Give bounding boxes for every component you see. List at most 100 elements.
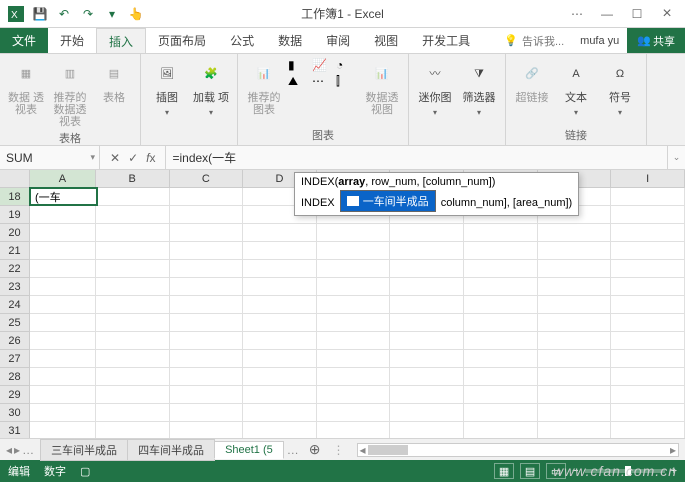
cell[interactable]	[611, 386, 685, 403]
more-sheets-icon[interactable]: …	[283, 443, 303, 457]
cell[interactable]	[611, 260, 685, 277]
macro-record-icon[interactable]: ▢	[80, 465, 90, 478]
cell[interactable]	[170, 404, 244, 421]
cell[interactable]	[96, 404, 170, 421]
cell[interactable]	[464, 386, 538, 403]
page-layout-view-icon[interactable]: ▤	[520, 463, 540, 479]
cell[interactable]	[243, 350, 317, 367]
cell[interactable]	[464, 242, 538, 259]
scatter-chart-icon[interactable]: ⋯	[312, 74, 334, 89]
tell-me-box[interactable]: 💡告诉我...	[496, 28, 572, 53]
row-header[interactable]: 23	[0, 278, 29, 296]
cell[interactable]	[464, 332, 538, 349]
cell[interactable]	[390, 278, 464, 295]
cell[interactable]	[317, 260, 391, 277]
sheet-tab-1[interactable]: 三车间半成品	[40, 439, 128, 461]
cell[interactable]	[390, 368, 464, 385]
scroll-thumb[interactable]	[368, 445, 408, 455]
cell[interactable]	[96, 278, 170, 295]
tab-file[interactable]: 文件	[0, 28, 48, 53]
row-header[interactable]: 29	[0, 386, 29, 404]
cell[interactable]	[243, 332, 317, 349]
cell[interactable]	[96, 242, 170, 259]
tab-layout[interactable]: 页面布局	[146, 28, 218, 53]
redo-icon[interactable]: ↷	[80, 6, 96, 22]
tab-dev[interactable]: 开发工具	[410, 28, 482, 53]
cell[interactable]	[30, 386, 96, 403]
picture-button[interactable]: 🖼插图	[147, 58, 187, 118]
row-header[interactable]: 21	[0, 242, 29, 260]
horizontal-scrollbar[interactable]: ◂ ▸	[357, 443, 680, 457]
cell[interactable]	[96, 296, 170, 313]
maximize-button[interactable]: ☐	[623, 4, 651, 24]
sparkline-button[interactable]: 〰迷你图	[415, 58, 455, 118]
cell[interactable]	[464, 314, 538, 331]
cancel-icon[interactable]: ✕	[110, 151, 120, 165]
pivot-table-button[interactable]: ▦数据 透视表	[6, 58, 46, 116]
zoom-in-icon[interactable]: +	[671, 465, 677, 477]
cell[interactable]	[30, 278, 96, 295]
cell[interactable]	[390, 296, 464, 313]
qat-customize-icon[interactable]: ▾	[104, 6, 120, 22]
cell[interactable]	[538, 332, 612, 349]
cell[interactable]	[390, 260, 464, 277]
addins-button[interactable]: 🧩加载 项	[191, 58, 231, 118]
table-button[interactable]: ▤表格	[94, 58, 134, 104]
cell[interactable]	[96, 422, 170, 438]
cell[interactable]	[30, 404, 96, 421]
undo-icon[interactable]: ↶	[56, 6, 72, 22]
cell[interactable]	[464, 224, 538, 241]
cell[interactable]	[243, 296, 317, 313]
cell[interactable]	[611, 368, 685, 385]
cell[interactable]	[96, 386, 170, 403]
cell[interactable]	[96, 188, 170, 205]
cells-area[interactable]	[30, 188, 685, 438]
cell[interactable]	[317, 332, 391, 349]
cell[interactable]	[243, 422, 317, 438]
cell[interactable]	[243, 260, 317, 277]
cell[interactable]	[611, 242, 685, 259]
cell[interactable]	[243, 386, 317, 403]
cell[interactable]	[30, 206, 96, 223]
cell[interactable]	[390, 224, 464, 241]
symbol-button[interactable]: Ω符号	[600, 58, 640, 118]
cell[interactable]	[170, 188, 244, 205]
cell[interactable]	[317, 350, 391, 367]
minimize-button[interactable]: —	[593, 4, 621, 24]
cell[interactable]	[243, 368, 317, 385]
cell[interactable]	[170, 386, 244, 403]
tab-review[interactable]: 审阅	[314, 28, 362, 53]
cell[interactable]	[464, 368, 538, 385]
autocomplete-item[interactable]: 一车间半成品	[341, 191, 435, 211]
cell[interactable]	[30, 350, 96, 367]
zoom-thumb[interactable]	[625, 466, 631, 476]
cell[interactable]	[317, 386, 391, 403]
cell[interactable]	[390, 332, 464, 349]
row-header[interactable]: 18	[0, 188, 29, 206]
row-header[interactable]: 24	[0, 296, 29, 314]
cell[interactable]	[464, 278, 538, 295]
share-button[interactable]: 👥共享	[627, 28, 685, 53]
cell[interactable]	[611, 422, 685, 438]
expand-formula-icon[interactable]: ⌄	[667, 146, 685, 169]
cell[interactable]	[464, 260, 538, 277]
cell[interactable]	[538, 296, 612, 313]
row-header[interactable]: 31	[0, 422, 29, 438]
cell[interactable]	[390, 422, 464, 438]
cell[interactable]	[390, 314, 464, 331]
cell[interactable]	[611, 188, 685, 205]
hyperlink-button[interactable]: 🔗超链接	[512, 58, 552, 104]
cell[interactable]	[243, 242, 317, 259]
cell[interactable]	[170, 242, 244, 259]
cell[interactable]	[317, 314, 391, 331]
row-header[interactable]: 26	[0, 332, 29, 350]
cell[interactable]	[30, 224, 96, 241]
cell[interactable]	[611, 350, 685, 367]
cell[interactable]	[464, 350, 538, 367]
row-header[interactable]: 28	[0, 368, 29, 386]
cell[interactable]	[30, 242, 96, 259]
scroll-left-icon[interactable]: ◂	[360, 443, 366, 457]
cell[interactable]	[170, 422, 244, 438]
cell[interactable]	[30, 368, 96, 385]
cell[interactable]	[538, 350, 612, 367]
